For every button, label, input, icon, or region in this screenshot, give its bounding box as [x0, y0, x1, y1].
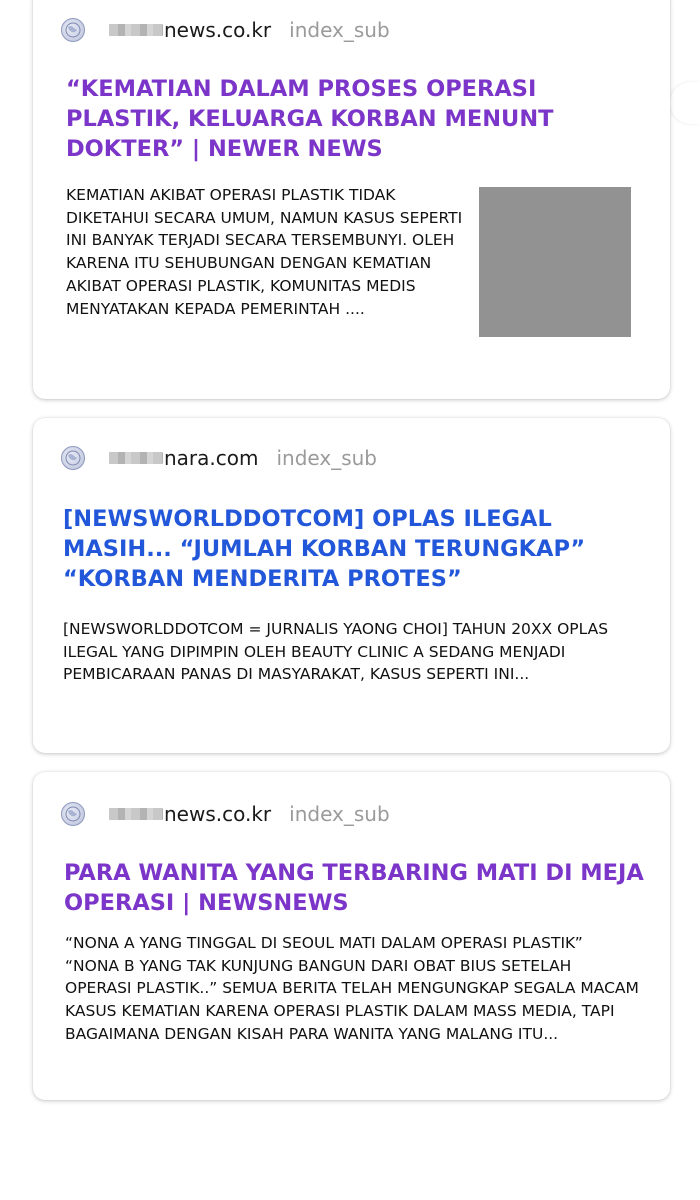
- search-result-card[interactable]: nara.com index_sub [NEWSWORLDDOTCOM] OPL…: [33, 418, 670, 753]
- result-thumbnail[interactable]: [479, 187, 631, 337]
- result-title-link[interactable]: [NEWSWORLDDOTCOM] OPLAS ILEGAL MASIH... …: [63, 504, 648, 594]
- globe-icon: [61, 802, 85, 826]
- result-path: index_sub: [276, 446, 377, 470]
- result-snippet: KEMATIAN AKIBAT OPERASI PLASTIK TIDAK DI…: [66, 186, 463, 318]
- globe-icon: [61, 446, 85, 470]
- result-domain: nara.com: [164, 446, 259, 470]
- result-domain: news.co.kr: [164, 802, 272, 826]
- globe-icon: [61, 18, 85, 42]
- result-domain: news.co.kr: [164, 18, 272, 42]
- result-path: index_sub: [289, 18, 390, 42]
- result-source[interactable]: news.co.kr index_sub: [61, 15, 390, 45]
- redacted-domain-prefix: [109, 808, 163, 820]
- result-snippet: [NEWSWORLDDOTCOM = JURNALIS YAONG CHOI] …: [63, 620, 609, 684]
- result-path: index_sub: [289, 802, 390, 826]
- result-title-link[interactable]: “KEMATIAN DALAM PROSES OPERASI PLASTIK, …: [66, 74, 651, 164]
- search-result-card[interactable]: news.co.kr index_sub “KEMATIAN DALAM PRO…: [33, 0, 670, 399]
- redacted-domain-prefix: [109, 24, 163, 36]
- result-snippet: “NONA A YANG TINGGAL DI SEOUL MATI DALAM…: [65, 934, 639, 1043]
- result-source[interactable]: news.co.kr index_sub: [61, 799, 390, 829]
- edge-scroll-tab[interactable]: [670, 82, 700, 124]
- search-result-card[interactable]: news.co.kr index_sub PARA WANITA YANG TE…: [33, 772, 670, 1100]
- result-title-link[interactable]: PARA WANITA YANG TERBARING MATI DI MEJA …: [64, 858, 644, 918]
- redacted-domain-prefix: [109, 452, 163, 464]
- result-source[interactable]: nara.com index_sub: [61, 443, 377, 473]
